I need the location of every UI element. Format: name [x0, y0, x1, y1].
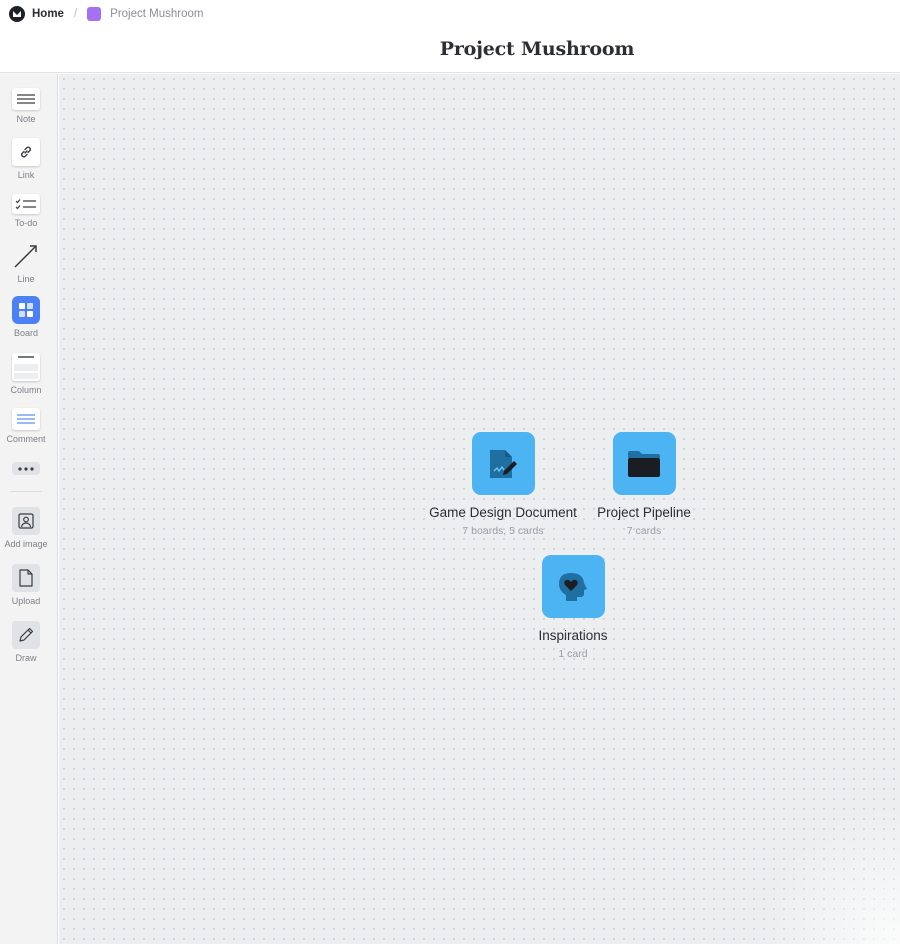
column-tool-label: Column [10, 385, 42, 395]
breadcrumb-home-link[interactable]: Home [32, 8, 64, 20]
board-card-inspirations[interactable]: Inspirations 1 card [493, 555, 653, 660]
board-card-game-design-document[interactable]: Game Design Document 7 boards, 5 cards [423, 432, 583, 537]
board-meta: 1 card [558, 648, 588, 660]
board-tile[interactable] [612, 432, 676, 495]
board-color-icon [87, 7, 102, 21]
upload-tool[interactable]: Upload [0, 564, 52, 606]
board-meta: 7 cards [626, 525, 662, 537]
board-card-project-pipeline[interactable]: Project Pipeline 7 cards [564, 432, 724, 537]
board-tool[interactable]: Board [0, 296, 52, 338]
image-icon [12, 507, 40, 535]
line-tool[interactable]: Line [0, 242, 52, 284]
link-tool-label: Link [17, 170, 35, 180]
head-heart-icon [559, 572, 587, 601]
add-image-tool-label: Add image [4, 539, 48, 549]
top-header: Home / Project Mushroom Project Mushroom [0, 0, 900, 73]
milanote-logo-icon[interactable] [9, 6, 25, 22]
note-tool[interactable]: Note [0, 88, 52, 124]
draw-tool[interactable]: Draw [0, 621, 52, 663]
document-signature-icon [490, 449, 517, 478]
todo-tool[interactable]: To-do [0, 194, 52, 228]
board-canvas[interactable]: Game Design Document 7 boards, 5 cards P… [59, 74, 900, 944]
tool-sidebar: Note Link To-do Line Board Column Commen… [0, 74, 58, 944]
link-icon [12, 138, 40, 166]
board-tile[interactable] [471, 432, 535, 495]
board-meta: 7 boards, 5 cards [462, 525, 544, 537]
board-tool-label: Board [13, 328, 39, 338]
add-image-tool[interactable]: Add image [0, 507, 52, 549]
sidebar-divider [10, 491, 42, 492]
todo-icon [12, 194, 40, 214]
column-tool[interactable]: Column [0, 353, 52, 395]
upload-tool-label: Upload [11, 596, 41, 606]
todo-tool-label: To-do [14, 218, 38, 228]
breadcrumb: Home / Project Mushroom [9, 5, 203, 23]
board-icon [12, 296, 40, 324]
board-title[interactable]: Inspirations [538, 628, 607, 643]
note-icon [12, 88, 40, 110]
column-icon [12, 353, 40, 381]
comment-icon [12, 408, 40, 430]
canvas-corner-shade [760, 804, 900, 944]
page-title[interactable]: Project Mushroom [0, 38, 900, 60]
draw-tool-label: Draw [15, 653, 37, 663]
line-arrow-icon [12, 242, 40, 270]
note-tool-label: Note [16, 114, 36, 124]
breadcrumb-current-board[interactable]: Project Mushroom [110, 8, 203, 20]
breadcrumb-separator: / [73, 8, 78, 20]
pencil-icon [12, 621, 40, 649]
folder-icon [628, 450, 660, 477]
more-tools-button[interactable] [0, 462, 52, 475]
comment-tool-label: Comment [6, 434, 46, 444]
link-tool[interactable]: Link [0, 138, 52, 180]
board-title[interactable]: Project Pipeline [597, 505, 691, 520]
file-icon [12, 564, 40, 592]
more-icon [12, 462, 40, 475]
board-title[interactable]: Game Design Document [429, 505, 577, 520]
comment-tool[interactable]: Comment [0, 408, 52, 444]
board-tile[interactable] [541, 555, 605, 618]
line-tool-label: Line [17, 274, 35, 284]
